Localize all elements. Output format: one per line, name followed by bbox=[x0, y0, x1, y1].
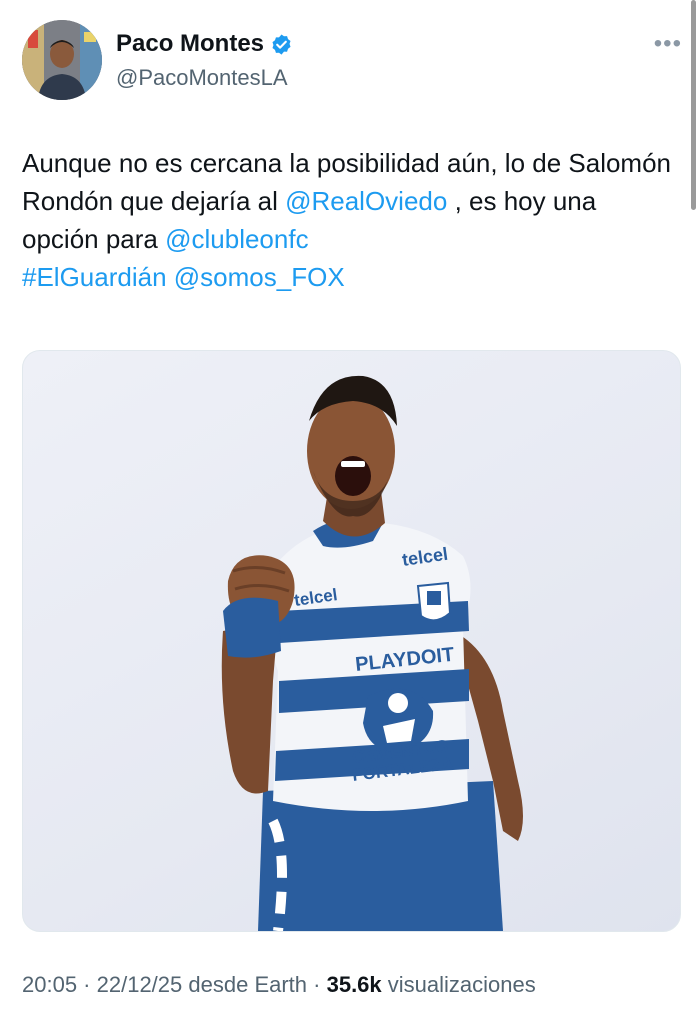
hashtag-el-guardian[interactable]: #ElGuardián bbox=[22, 262, 167, 292]
views-label: visualizaciones bbox=[387, 972, 536, 997]
scrollbar[interactable] bbox=[691, 0, 696, 210]
tweet-meta: 20:05 · 22/12/25 desde Earth · 35.6k vis… bbox=[22, 972, 536, 997]
avatar[interactable] bbox=[22, 20, 102, 100]
tweet-source: desde Earth bbox=[188, 972, 308, 997]
tweet-photo[interactable]: telcel telcel PLAYDOIT CEMENTOS FORTALEZ… bbox=[22, 350, 681, 932]
tweet-date[interactable]: 22/12/25 bbox=[97, 972, 183, 997]
jersey-crest-icon bbox=[416, 581, 452, 622]
name-row: Paco Montes bbox=[116, 30, 293, 58]
avatar-image bbox=[22, 20, 102, 100]
mention-club-leon[interactable]: @clubleonfc bbox=[165, 224, 308, 254]
player-photo: telcel telcel PLAYDOIT CEMENTOS FORTALEZ… bbox=[221, 375, 523, 931]
tweet-text: Aunque no es cercana la posibilidad aún,… bbox=[22, 144, 672, 296]
views-count: 35.6k bbox=[326, 972, 382, 997]
mention-real-oviedo[interactable]: @RealOviedo bbox=[285, 186, 447, 216]
tweet-header: Paco Montes @PacoMontesLA ••• bbox=[22, 20, 682, 110]
mention-somos-fox[interactable]: @somos_FOX bbox=[174, 262, 345, 292]
verified-badge-icon bbox=[272, 33, 291, 55]
author-name[interactable]: Paco Montes bbox=[116, 30, 264, 58]
tweet-time[interactable]: 20:05 bbox=[22, 972, 77, 997]
author-handle[interactable]: @PacoMontesLA bbox=[116, 65, 288, 91]
more-options-icon[interactable]: ••• bbox=[654, 30, 682, 58]
